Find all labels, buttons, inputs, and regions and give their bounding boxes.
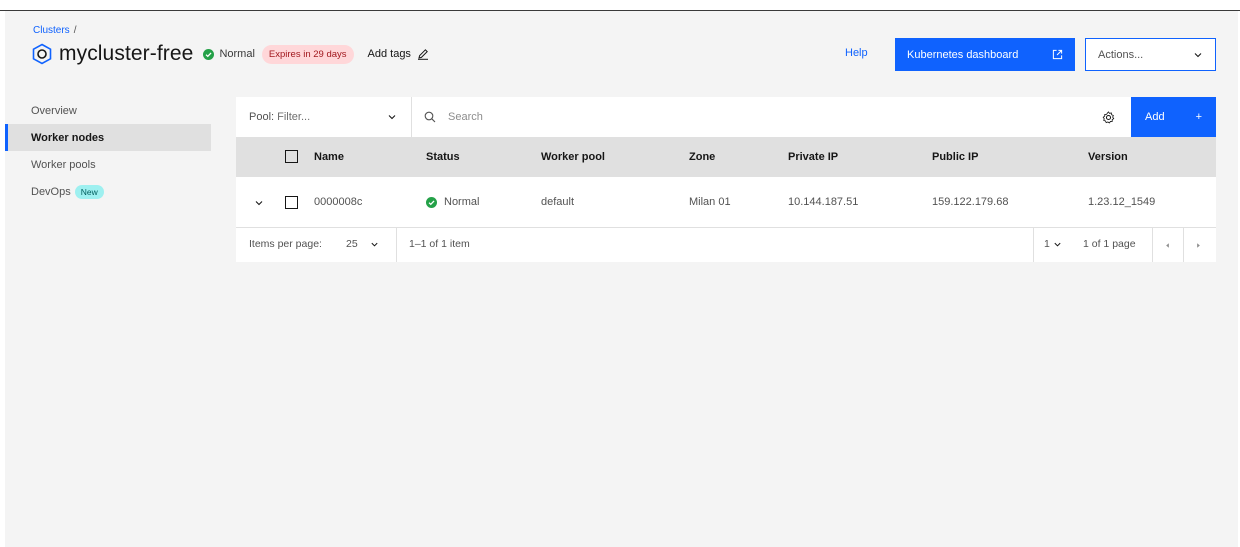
column-header-status[interactable]: Status [426, 151, 460, 163]
items-per-page-label: Items per page: [249, 238, 322, 250]
table-header-row: Name Status Worker pool Zone Private IP … [236, 137, 1216, 177]
column-header-worker-pool[interactable]: Worker pool [541, 151, 605, 163]
gear-icon [1102, 110, 1114, 123]
cluster-title-row: mycluster-free Normal Expires in 29 days… [31, 41, 429, 67]
page-select-value: 1 [1044, 238, 1050, 250]
sidebar-item-label: DevOps [31, 185, 71, 198]
settings-button[interactable] [1085, 97, 1131, 137]
page-total: 1 of 1 page [1083, 238, 1136, 250]
caret-right-icon[interactable] [1194, 241, 1203, 250]
pagination-divider [396, 228, 397, 262]
pagination-divider [1152, 228, 1153, 262]
page-body: Clusters / mycluster-free Normal Expires … [5, 11, 1238, 547]
chevron-down-icon [388, 115, 396, 120]
add-tags-button[interactable]: Add tags [368, 48, 429, 60]
kubernetes-dashboard-label: Kubernetes dashboard [907, 48, 1019, 61]
checkmark-filled-icon [203, 48, 215, 60]
row-zone: Milan 01 [689, 196, 731, 208]
pool-filter-dropdown[interactable]: Pool: Filter... [236, 97, 412, 137]
row-status: Normal [426, 196, 479, 208]
row-worker-pool: default [541, 196, 575, 208]
actions-dropdown[interactable]: Actions... [1085, 38, 1216, 71]
chevron-down-icon [1194, 52, 1202, 57]
page-title: mycluster-free [59, 42, 194, 65]
sidebar-item-overview[interactable]: Overview [5, 97, 211, 124]
row-name: 0000008c [314, 196, 363, 208]
row-public-ip: 159.122.179.68 [932, 196, 1009, 208]
checkmark-filled-icon [426, 196, 437, 208]
pool-filter-placeholder: Filter... [277, 111, 311, 123]
breadcrumb-separator: / [73, 25, 77, 36]
column-header-public-ip[interactable]: Public IP [932, 151, 978, 163]
table-toolbar: Pool: Filter... Search Add + [236, 97, 1216, 137]
table-row[interactable]: 0000008c Normal default Milan 01 10.144.… [236, 177, 1216, 228]
actions-dropdown-label: Actions... [1098, 48, 1144, 61]
sidebar-item-devops[interactable]: DevOps New [5, 178, 211, 205]
kubernetes-dashboard-button[interactable]: Kubernetes dashboard [895, 38, 1075, 71]
items-range: 1–1 of 1 item [409, 238, 470, 250]
row-version: 1.23.12_1549 [1088, 196, 1156, 208]
expires-tag: Expires in 29 days [261, 44, 354, 64]
help-link[interactable]: Help [845, 47, 868, 59]
row-status-text: Normal [444, 196, 480, 208]
chevron-down-icon [371, 242, 378, 247]
caret-left-icon[interactable] [1163, 241, 1172, 250]
breadcrumb: Clusters / [33, 25, 76, 36]
cluster-status: Normal Expires in 29 days [203, 44, 354, 64]
sidebar-item-label: Worker nodes [31, 131, 105, 144]
items-per-page-select[interactable]: 25 [346, 238, 379, 250]
search-icon [424, 111, 436, 123]
breadcrumb-clusters-link[interactable]: Clusters [33, 25, 70, 36]
worker-nodes-table: Name Status Worker pool Zone Private IP … [236, 137, 1216, 262]
select-all-checkbox[interactable] [285, 150, 298, 163]
add-button-label: Add [1145, 111, 1165, 123]
column-header-name[interactable]: Name [314, 151, 344, 163]
add-icon: + [1195, 111, 1202, 123]
page-select[interactable]: 1 [1044, 238, 1062, 250]
search-input[interactable]: Search [412, 97, 1085, 137]
column-header-version[interactable]: Version [1088, 151, 1128, 163]
items-per-page-value: 25 [346, 238, 358, 250]
pool-filter-label: Pool: [249, 111, 275, 123]
new-tag: New [74, 184, 104, 199]
pagination-divider [1033, 228, 1034, 262]
chevron-down-icon [1054, 242, 1061, 247]
launch-icon [1052, 49, 1063, 60]
pagination-bar: Items per page: 25 1–1 of 1 item 1 1 of … [236, 228, 1216, 262]
add-worker-button[interactable]: Add + [1131, 97, 1216, 137]
sidebar-item-label: Worker pools [31, 158, 96, 171]
cluster-status-text: Normal [219, 48, 255, 60]
kubernetes-cluster-icon [32, 43, 52, 65]
pagination-divider [1183, 228, 1184, 262]
add-tags-label: Add tags [367, 48, 411, 60]
sidebar-item-worker-pools[interactable]: Worker pools [5, 151, 211, 178]
pencil-icon [417, 49, 428, 60]
row-private-ip: 10.144.187.51 [788, 196, 859, 208]
row-checkbox[interactable] [285, 196, 298, 209]
chevron-down-icon[interactable] [254, 198, 264, 208]
column-header-zone[interactable]: Zone [689, 151, 715, 163]
column-header-private-ip[interactable]: Private IP [788, 151, 838, 163]
sidebar-item-worker-nodes[interactable]: Worker nodes [5, 124, 211, 151]
sidebar-item-label: Overview [31, 104, 77, 117]
sidebar-nav: Overview Worker nodes Worker pools DevOp… [5, 97, 211, 205]
search-placeholder: Search [448, 111, 483, 123]
